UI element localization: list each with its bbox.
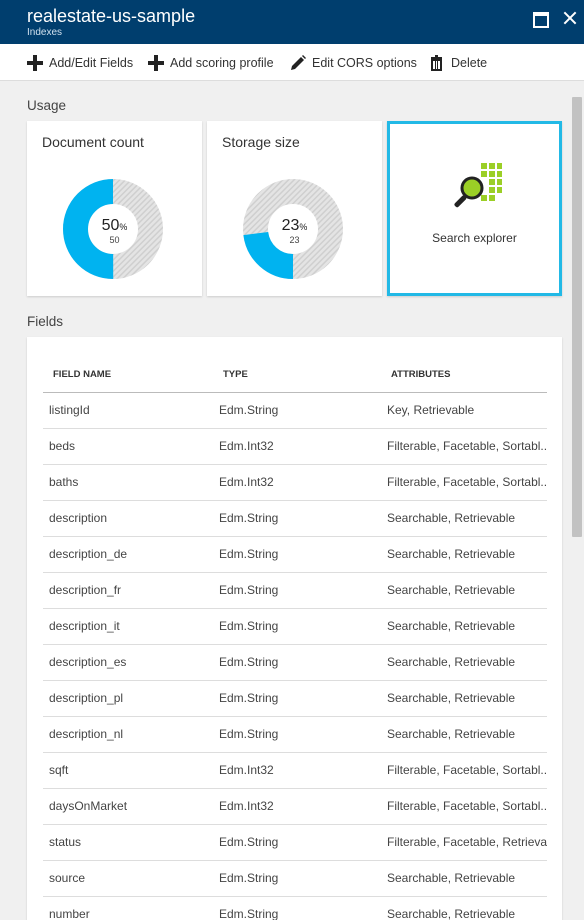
field-attributes-cell: Searchable, Retrievable — [382, 716, 547, 753]
field-type-cell: Edm.String — [214, 392, 382, 429]
table-row[interactable]: description_fr Edm.String Searchable, Retr… — [43, 572, 547, 609]
column-header-attributes[interactable]: ATTRIBUTES — [382, 357, 547, 393]
column-header-type[interactable]: TYPE — [214, 357, 382, 393]
search-explorer-label: Search explorer — [432, 231, 517, 245]
field-name-cell: status — [43, 824, 214, 861]
field-type-cell: Edm.String — [214, 536, 382, 573]
field-type-cell: Edm.Int32 — [214, 752, 382, 789]
delete-button[interactable]: Delete — [428, 54, 487, 72]
blade-subtitle: Indexes — [27, 27, 63, 38]
field-name-cell: description_de — [43, 536, 214, 573]
field-name-cell: description_es — [43, 644, 214, 681]
field-type-cell: Edm.String — [214, 572, 382, 609]
field-attributes-cell: Filterable, Facetable, Sortabl... — [382, 464, 547, 501]
field-name-cell: number — [43, 896, 214, 920]
field-attributes-cell: Filterable, Facetable, Sortabl... — [382, 428, 547, 465]
storage-size-title: Storage size — [222, 134, 300, 150]
table-row[interactable]: description Edm.String Searchable, Retriev… — [43, 500, 547, 537]
field-type-cell: Edm.String — [214, 860, 382, 897]
table-row[interactable]: description_it Edm.String Searchable, Retr… — [43, 608, 547, 645]
field-type-cell: Edm.Int32 — [214, 464, 382, 501]
plus-icon — [26, 54, 44, 72]
table-row[interactable]: baths Edm.Int32 Filterable, Facetable, Sor… — [43, 464, 547, 501]
add-edit-fields-button[interactable]: Add/Edit Fields — [26, 54, 133, 72]
usage-section-label: Usage — [27, 98, 67, 113]
vertical-scrollbar[interactable] — [572, 97, 582, 537]
field-name-cell: baths — [43, 464, 214, 501]
field-attributes-cell: Searchable, Retrievable — [382, 608, 547, 645]
close-icon[interactable] — [560, 8, 580, 28]
field-name-cell: description_pl — [43, 680, 214, 717]
field-type-cell: Edm.String — [214, 680, 382, 717]
field-type-cell: Edm.String — [214, 824, 382, 861]
delete-label: Delete — [451, 56, 488, 70]
blade-header: realestate-us-sample Indexes — [0, 0, 584, 44]
field-type-cell: Edm.String — [214, 644, 382, 681]
field-attributes-cell: Searchable, Retrievable — [382, 680, 547, 717]
edit-cors-options-button[interactable]: Edit CORS options — [289, 54, 417, 72]
table-row[interactable]: number Edm.String Searchable, Retrievable — [43, 896, 547, 920]
field-name-cell: description_nl — [43, 716, 214, 753]
edit-cors-options-label: Edit CORS options — [312, 56, 417, 70]
command-bar: Add/Edit Fields Add scoring profile Edit… — [0, 44, 584, 81]
table-row[interactable]: sqft Edm.Int32 Filterable, Facetable, Sort… — [43, 752, 547, 789]
field-name-cell: description — [43, 500, 214, 537]
field-name-cell: sqft — [43, 752, 214, 789]
fields-section-label: Fields — [27, 314, 64, 329]
document-count-title: Document count — [42, 134, 144, 150]
field-attributes-cell: Searchable, Retrievable — [382, 572, 547, 609]
table-row[interactable]: description_nl Edm.String Searchable, Retr… — [43, 716, 547, 753]
field-type-cell: Edm.Int32 — [214, 428, 382, 465]
table-row[interactable]: description_de Edm.String Searchable, Retr… — [43, 536, 547, 573]
field-attributes-cell: Searchable, Retrievable — [382, 860, 547, 897]
plus-icon — [147, 54, 165, 72]
field-type-cell: Edm.Int32 — [214, 788, 382, 825]
field-type-cell: Edm.String — [214, 896, 382, 920]
document-count-percent: 50% — [101, 217, 128, 234]
field-attributes-cell: Searchable, Retrievable — [382, 896, 547, 920]
fields-table: FIELD NAME TYPE ATTRIBUTES listingId Edm.… — [43, 357, 547, 920]
field-name-cell: description_it — [43, 608, 214, 645]
field-attributes-cell: Searchable, Retrievable — [382, 500, 547, 537]
add-edit-fields-label: Add/Edit Fields — [49, 56, 134, 70]
document-count-value: 50 — [109, 235, 120, 245]
fields-table-body: listingId Edm.String Key, Retrievable beds E… — [43, 392, 547, 920]
field-type-cell: Edm.String — [214, 500, 382, 537]
field-name-cell: source — [43, 860, 214, 897]
pencil-icon — [289, 54, 307, 72]
add-scoring-profile-button[interactable]: Add scoring profile — [147, 54, 274, 72]
field-attributes-cell: Filterable, Facetable, Sortabl... — [382, 788, 547, 825]
field-attributes-cell: Filterable, Facetable, Retrieva... — [382, 824, 547, 861]
trash-icon — [428, 54, 446, 72]
storage-size-value: 23 — [289, 235, 300, 245]
field-name-cell: beds — [43, 428, 214, 465]
field-attributes-cell: Searchable, Retrievable — [382, 644, 547, 681]
field-type-cell: Edm.String — [214, 608, 382, 645]
column-header-field-name[interactable]: FIELD NAME — [43, 357, 214, 393]
field-name-cell: listingId — [43, 392, 214, 429]
field-attributes-cell: Key, Retrievable — [382, 392, 547, 429]
field-attributes-cell: Searchable, Retrievable — [382, 536, 547, 573]
table-row[interactable]: status Edm.String Filterable, Facetable, R… — [43, 824, 547, 861]
table-row[interactable]: source Edm.String Searchable, Retrievable — [43, 860, 547, 897]
blade-title: realestate-us-sample — [27, 6, 196, 26]
table-row[interactable]: beds Edm.Int32 Filterable, Facetable, Sort… — [43, 428, 547, 465]
table-header-row: FIELD NAME TYPE ATTRIBUTES — [43, 357, 547, 393]
storage-size-tile[interactable]: Storage size 23% 23 — [207, 121, 382, 296]
field-name-cell: description_fr — [43, 572, 214, 609]
field-type-cell: Edm.String — [214, 716, 382, 753]
storage-size-percent: 23% — [281, 217, 308, 234]
table-row[interactable]: listingId Edm.String Key, Retrievable — [43, 392, 547, 429]
search-explorer-tile[interactable]: Search explorer — [387, 121, 562, 296]
add-scoring-profile-label: Add scoring profile — [170, 56, 274, 70]
table-row[interactable]: description_pl Edm.String Searchable, Retr… — [43, 680, 547, 717]
field-attributes-cell: Filterable, Facetable, Sortabl... — [382, 752, 547, 789]
fields-panel: FIELD NAME TYPE ATTRIBUTES listingId Edm.… — [27, 337, 562, 920]
search-explorer-icon — [454, 163, 502, 208]
maximize-icon[interactable] — [530, 8, 550, 28]
table-row[interactable]: description_es Edm.String Searchable, Retr… — [43, 644, 547, 681]
field-name-cell: daysOnMarket — [43, 788, 214, 825]
table-row[interactable]: daysOnMarket Edm.Int32 Filterable, Facetab… — [43, 788, 547, 825]
document-count-tile[interactable]: Document count 50% 50 — [27, 121, 202, 296]
